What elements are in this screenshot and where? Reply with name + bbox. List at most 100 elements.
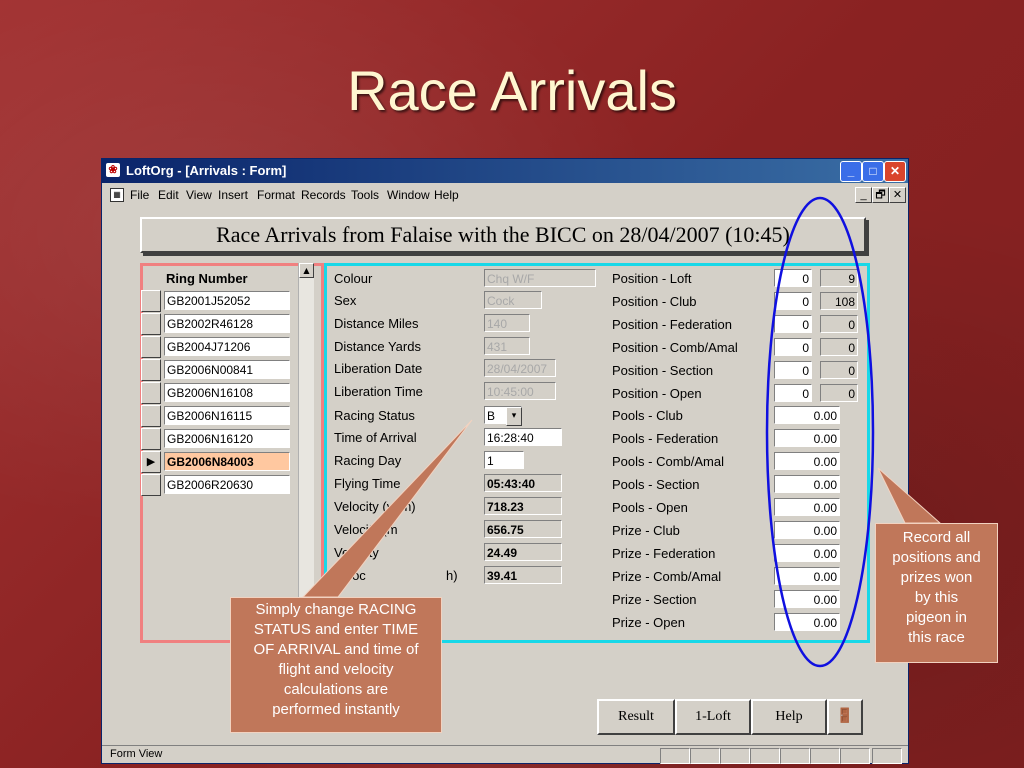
sex-label: Sex (334, 293, 357, 308)
close-button[interactable]: ✕ (884, 161, 906, 182)
ring-list-scrollbar[interactable]: ▲ (298, 263, 314, 633)
velocity-m-field: 656.75 (484, 520, 562, 538)
ring-number-row[interactable]: GB2006N16108 (164, 383, 290, 402)
status-cell (780, 748, 810, 764)
exit-button[interactable]: 🚪 (827, 699, 863, 735)
position-total-field: 9 (820, 269, 858, 287)
record-selector[interactable] (141, 474, 161, 496)
window-title: LoftOrg - [Arrivals : Form] (126, 163, 287, 178)
left-callout-line: calculations are (283, 681, 389, 698)
position-value-field[interactable]: 0 (774, 314, 812, 333)
help-button[interactable]: Help (751, 699, 827, 735)
ring-number-row[interactable]: GB2004J71206 (164, 337, 290, 356)
position-total-field: 0 (820, 360, 858, 379)
menu-format[interactable]: Format (257, 188, 295, 202)
velocity-m-label: Velocity (m (334, 522, 398, 537)
prize-label: Prize - Comb/Amal (612, 568, 722, 584)
prize-value-field[interactable]: 0.00 (774, 589, 840, 608)
slide-title: Race Arrivals (347, 59, 677, 122)
colour-field[interactable]: Chq W/F (484, 269, 596, 287)
ring-number-row[interactable]: GB2006N84003 (164, 452, 290, 471)
left-callout-line: flight and velocity (278, 661, 394, 678)
liberation-date-label: Liberation Date (334, 361, 423, 376)
right-callout-line: pigeon in (906, 609, 967, 626)
status-cell (750, 748, 780, 764)
prize-value-field[interactable]: 0.00 (774, 543, 840, 562)
record-selector[interactable] (141, 290, 161, 312)
record-selector[interactable] (141, 428, 161, 450)
menu-insert[interactable]: Insert (218, 188, 248, 202)
velocity-3-label: Velocity (334, 545, 379, 560)
record-selector[interactable] (141, 359, 161, 381)
record-selector[interactable] (141, 382, 161, 404)
ring-number-row[interactable]: GB2006N16115 (164, 406, 290, 425)
one-loft-button[interactable]: 1-Loft (675, 699, 751, 735)
position-label: Position - Section (612, 362, 714, 378)
window-titlebar[interactable]: ❀ LoftOrg - [Arrivals : Form] _ □ ✕ (102, 159, 908, 183)
prize-value-field[interactable]: 0.00 (774, 566, 840, 585)
pool-value-field[interactable]: 0.00 (774, 452, 840, 471)
time-of-arrival-field[interactable]: 16:28:40 (484, 428, 562, 446)
position-value-field[interactable]: 0 (774, 360, 812, 379)
position-value-field[interactable]: 0 (774, 291, 812, 310)
record-selector[interactable] (141, 405, 161, 427)
flying-time-label: Flying Time (334, 476, 401, 491)
scroll-up-arrow-icon[interactable]: ▲ (299, 263, 314, 278)
ring-number-row[interactable]: GB2001J52052 (164, 291, 290, 310)
record-selector[interactable] (141, 313, 161, 335)
position-value-field[interactable]: 0 (774, 269, 812, 287)
mdi-close-button[interactable]: ✕ (889, 187, 906, 203)
velocity-ypm-field: 718.23 (484, 497, 562, 515)
record-selector[interactable]: ▶ (141, 451, 161, 473)
left-callout-line: OF ARRIVAL and time of (253, 641, 419, 658)
minimize-button[interactable]: _ (840, 161, 862, 182)
menu-window[interactable]: Window (387, 188, 430, 202)
position-label: Position - Comb/Amal (612, 339, 738, 355)
ring-number-row[interactable]: GB2006N16120 (164, 429, 290, 448)
pool-label: Pools - Open (612, 500, 688, 515)
distance-miles-label: Distance Miles (334, 316, 419, 331)
menu-file[interactable]: File (130, 188, 149, 202)
sex-field[interactable]: Cock (484, 291, 542, 309)
prize-label: Prize - Club (612, 522, 680, 538)
distance-yards-field[interactable]: 431 (484, 337, 530, 355)
position-value-field[interactable]: 0 (774, 383, 812, 402)
result-button[interactable]: Result (597, 699, 675, 735)
liberation-time-field[interactable]: 10:45:00 (484, 382, 556, 400)
mdi-minimize-button[interactable]: _ (855, 187, 872, 203)
mdi-restore-button[interactable]: 🗗 (872, 187, 889, 203)
right-callout-line: Record all (902, 529, 971, 546)
record-selector[interactable] (141, 336, 161, 358)
menu-tools[interactable]: Tools (351, 188, 379, 202)
velocity-3-field: 24.49 (484, 543, 562, 561)
menu-edit[interactable]: Edit (158, 188, 179, 202)
form-icon[interactable]: ▦ (110, 188, 124, 202)
racing-status-dropdown-icon[interactable]: ▾ (506, 407, 522, 426)
app-window: ❀ LoftOrg - [Arrivals : Form] _ □ ✕ ▦ Fi… (101, 158, 909, 764)
flying-time-field: 05:43:40 (484, 474, 562, 492)
time-of-arrival-label: Time of Arrival (334, 430, 417, 445)
position-label: Position - Federation (612, 316, 732, 332)
distance-miles-field[interactable]: 140 (484, 314, 530, 332)
prize-value-field[interactable]: 0.00 (774, 520, 840, 539)
ring-number-row[interactable]: GB2006R20630 (164, 475, 290, 494)
liberation-date-field[interactable]: 28/04/2007 (484, 359, 556, 377)
pool-value-field[interactable]: 0.00 (774, 498, 840, 516)
racing-day-label: Racing Day (334, 453, 402, 468)
position-value-field[interactable]: 0 (774, 337, 812, 356)
ring-number-header: Ring Number (166, 271, 248, 286)
pool-value-field[interactable]: 0.00 (774, 475, 840, 494)
pool-value-field[interactable]: 0.00 (774, 406, 840, 425)
ring-number-row[interactable]: GB2006N00841 (164, 360, 290, 379)
position-label: Position - Loft (612, 271, 692, 286)
maximize-button[interactable]: □ (862, 161, 884, 182)
menu-records[interactable]: Records (301, 188, 346, 202)
ring-number-row[interactable]: GB2002R46128 (164, 314, 290, 333)
status-cell (872, 748, 902, 764)
menu-view[interactable]: View (186, 188, 212, 202)
pool-value-field[interactable]: 0.00 (774, 429, 840, 448)
racing-status-label: Racing Status (334, 408, 415, 423)
racing-day-field[interactable]: 1 (484, 451, 524, 469)
prize-value-field[interactable]: 0.00 (774, 612, 840, 631)
menu-help[interactable]: Help (434, 188, 459, 202)
